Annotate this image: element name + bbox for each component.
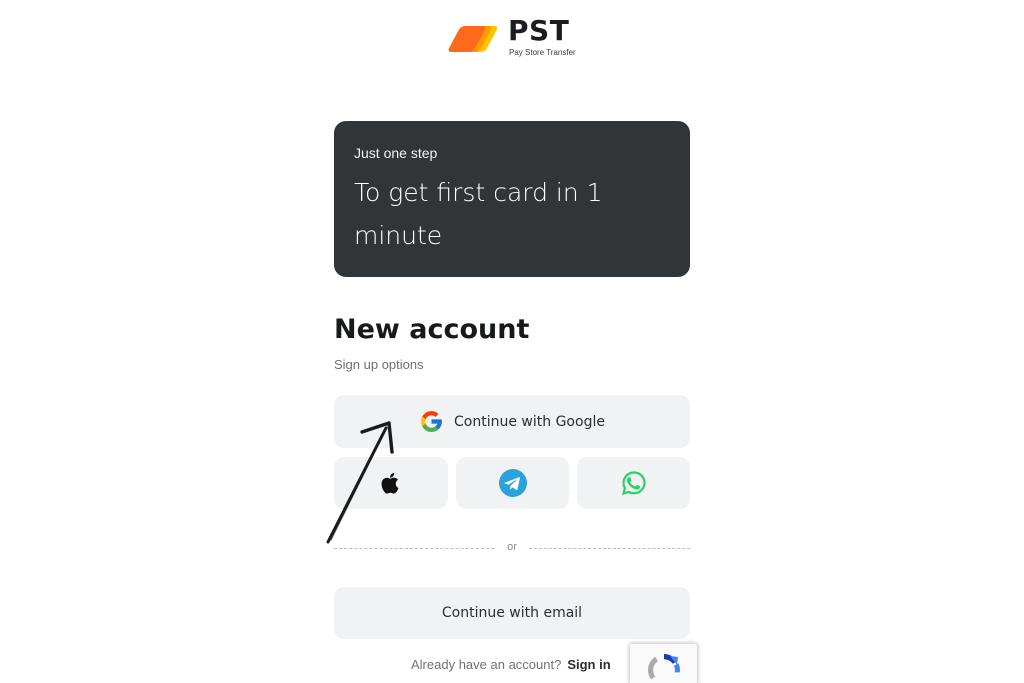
promo-card: Just one step To get first card in 1 min… bbox=[334, 121, 690, 277]
promo-kicker: Just one step bbox=[354, 145, 438, 161]
continue-with-telegram-button[interactable] bbox=[456, 457, 569, 509]
telegram-icon bbox=[498, 469, 527, 497]
signin-link[interactable]: Sign in bbox=[567, 657, 610, 672]
page-title: New account bbox=[334, 314, 530, 345]
continue-with-email-button[interactable]: Continue with email bbox=[334, 587, 690, 639]
divider-left bbox=[334, 548, 494, 549]
brand-tagline: Pay Store Transfer bbox=[509, 48, 576, 57]
signin-prompt: Already have an account? bbox=[411, 657, 562, 672]
google-icon bbox=[421, 411, 442, 432]
signin-row: Already have an account? Sign in bbox=[411, 656, 611, 673]
continue-with-google-button[interactable]: Continue with Google bbox=[334, 395, 690, 448]
whatsapp-icon bbox=[621, 471, 646, 495]
google-button-label: Continue with Google bbox=[454, 413, 605, 430]
signup-options-label: Sign up options bbox=[334, 357, 424, 372]
pst-logo-icon bbox=[448, 26, 498, 52]
continue-with-apple-button[interactable] bbox=[334, 457, 448, 509]
divider-right bbox=[529, 548, 690, 549]
brand-name: PST bbox=[508, 14, 570, 47]
continue-with-whatsapp-button[interactable] bbox=[577, 457, 690, 509]
email-button-label: Continue with email bbox=[441, 605, 583, 621]
promo-headline: To get first card in 1 minute bbox=[354, 178, 603, 250]
recaptcha-icon bbox=[648, 654, 680, 680]
recaptcha-badge[interactable] bbox=[630, 644, 697, 683]
brand-logo: PST Pay Store Transfer bbox=[446, 16, 586, 60]
divider-or: or bbox=[507, 541, 517, 553]
apple-icon bbox=[381, 472, 399, 494]
